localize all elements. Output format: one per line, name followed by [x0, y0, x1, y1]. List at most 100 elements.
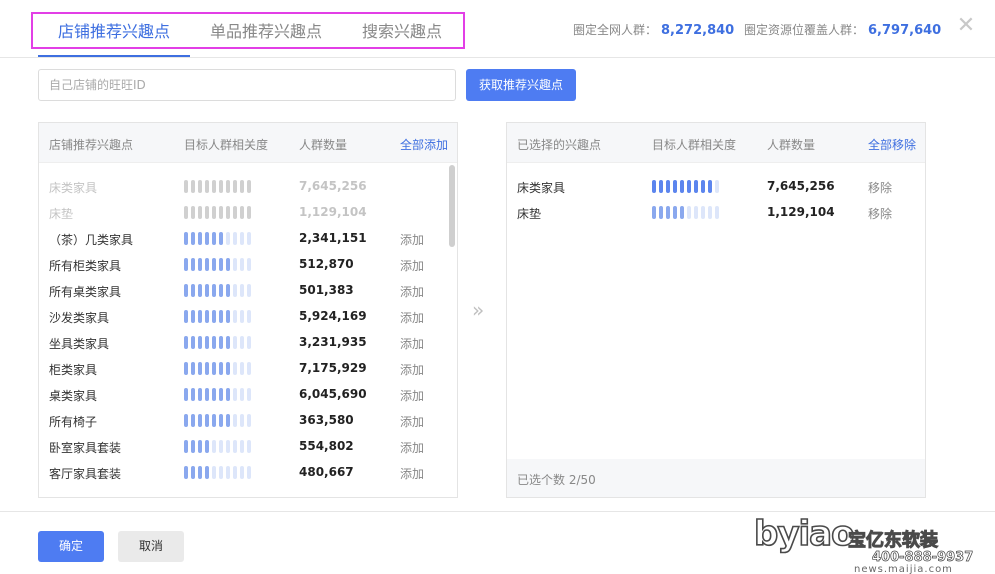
relevance-bar — [198, 336, 202, 349]
relevance-bar — [219, 310, 223, 323]
coverage-audience-label: 圈定资源位覆盖人群： — [744, 23, 865, 37]
wangwang-id-input[interactable] — [38, 69, 456, 101]
relevance-bar — [191, 336, 195, 349]
table-row: 床垫 1,129,104 移除 — [507, 199, 925, 225]
col-header-selected-count: 人群数量 — [767, 138, 816, 152]
relevance-bar — [219, 440, 223, 453]
interest-name: 所有柜类家具 — [49, 259, 122, 273]
relevance-bar — [198, 362, 202, 375]
coverage-audience-value: 6,797,640 — [868, 23, 942, 38]
relevance-bar — [198, 180, 202, 193]
relevance-bar — [219, 414, 223, 427]
relevance-bar — [701, 180, 705, 193]
relevance-bar — [212, 414, 216, 427]
relevance-bar — [233, 362, 237, 375]
relevance-bar — [240, 440, 244, 453]
relevance-bar — [233, 414, 237, 427]
add-button[interactable]: 添加 — [400, 309, 424, 326]
relevance-bar — [226, 440, 230, 453]
remove-button[interactable]: 移除 — [868, 205, 892, 222]
relevance-bar — [240, 258, 244, 271]
relevance-bar — [247, 284, 251, 297]
relevance-meter — [184, 232, 251, 246]
relevance-bar — [240, 284, 244, 297]
relevance-meter — [184, 258, 251, 272]
selected-interest-panel: 已选择的兴趣点 目标人群相关度 人群数量 全部移除 床类家具 7,645,256 移… — [506, 122, 926, 498]
relevance-bar — [191, 206, 195, 219]
interest-name: 桌类家具 — [49, 389, 98, 403]
relevance-bar — [247, 310, 251, 323]
right-panel-header: 已选择的兴趣点 目标人群相关度 人群数量 全部移除 — [507, 123, 925, 163]
dialog-header: 店铺推荐兴趣点 单品推荐兴趣点 搜索兴趣点 圈定全网人群： 8,272,840 圈… — [0, 0, 995, 58]
remove-all-button[interactable]: 全部移除 — [868, 136, 916, 153]
relevance-bar — [233, 440, 237, 453]
relevance-bar — [198, 310, 202, 323]
add-button[interactable]: 添加 — [400, 335, 424, 352]
remove-button[interactable]: 移除 — [868, 179, 892, 196]
relevance-bar — [226, 284, 230, 297]
relevance-bar — [226, 466, 230, 479]
relevance-bar — [219, 258, 223, 271]
add-button[interactable]: 添加 — [400, 439, 424, 456]
relevance-bar — [198, 388, 202, 401]
table-row: 沙发类家具 5,924,169 添加 — [39, 303, 457, 329]
cancel-button[interactable]: 取消 — [118, 531, 184, 562]
add-button[interactable]: 添加 — [400, 465, 424, 482]
relevance-bar — [198, 440, 202, 453]
col-header-name: 店铺推荐兴趣点 — [49, 138, 134, 152]
add-button[interactable]: 添加 — [400, 257, 424, 274]
add-all-button[interactable]: 全部添加 — [400, 136, 448, 153]
relevance-bar — [226, 180, 230, 193]
relevance-bar — [184, 440, 188, 453]
get-recommendations-button[interactable]: 获取推荐兴趣点 — [466, 69, 576, 101]
relevance-bar — [205, 362, 209, 375]
table-row: 床类家具 7,645,256 — [39, 173, 457, 199]
close-icon[interactable]: ✕ — [956, 15, 976, 37]
selected-count-footer: 已选个数 2/50 — [507, 459, 925, 497]
relevance-bar — [184, 232, 188, 245]
relevance-bar — [212, 440, 216, 453]
watermark-url: news.maijia.com — [854, 564, 953, 574]
audience-count: 7,175,929 — [299, 361, 367, 375]
relevance-meter — [184, 440, 251, 454]
table-row: 所有椅子 363,580 添加 — [39, 407, 457, 433]
relevance-bar — [184, 258, 188, 271]
add-button[interactable]: 添加 — [400, 387, 424, 404]
audience-count: 2,341,151 — [299, 231, 367, 245]
relevance-bar — [212, 284, 216, 297]
relevance-bar — [205, 388, 209, 401]
tab-search-interest[interactable]: 搜索兴趣点 — [362, 18, 442, 42]
interest-name: 所有桌类家具 — [49, 285, 122, 299]
add-button[interactable]: 添加 — [400, 413, 424, 430]
add-button[interactable]: 添加 — [400, 361, 424, 378]
relevance-meter — [184, 206, 251, 220]
relevance-bar — [191, 258, 195, 271]
relevance-bar — [205, 180, 209, 193]
table-row: 卧室家具套装 554,802 添加 — [39, 433, 457, 459]
relevance-bar — [184, 206, 188, 219]
add-button[interactable]: 添加 — [400, 283, 424, 300]
interest-name: 柜类家具 — [49, 363, 98, 377]
audience-count: 501,383 — [299, 283, 354, 297]
relevance-bar — [247, 414, 251, 427]
relevance-bar — [247, 336, 251, 349]
add-button[interactable]: 添加 — [400, 231, 424, 248]
relevance-bar — [184, 310, 188, 323]
double-chevron-right-icon: » — [472, 298, 485, 322]
left-panel-scrollbar[interactable] — [449, 165, 455, 247]
relevance-bar — [184, 336, 188, 349]
table-row: 床垫 1,129,104 — [39, 199, 457, 225]
audience-count: 3,231,935 — [299, 335, 367, 349]
relevance-bar — [701, 206, 705, 219]
relevance-meter — [184, 362, 251, 376]
tab-shop-recommend[interactable]: 店铺推荐兴趣点 — [58, 18, 170, 42]
tab-item-recommend[interactable]: 单品推荐兴趣点 — [210, 18, 322, 42]
relevance-bar — [233, 258, 237, 271]
relevance-bar — [233, 388, 237, 401]
relevance-bar — [715, 206, 719, 219]
relevance-meter — [184, 336, 251, 350]
audience-count: 7,645,256 — [767, 179, 835, 193]
relevance-bar — [184, 284, 188, 297]
audience-count: 480,667 — [299, 465, 354, 479]
confirm-button[interactable]: 确定 — [38, 531, 104, 562]
